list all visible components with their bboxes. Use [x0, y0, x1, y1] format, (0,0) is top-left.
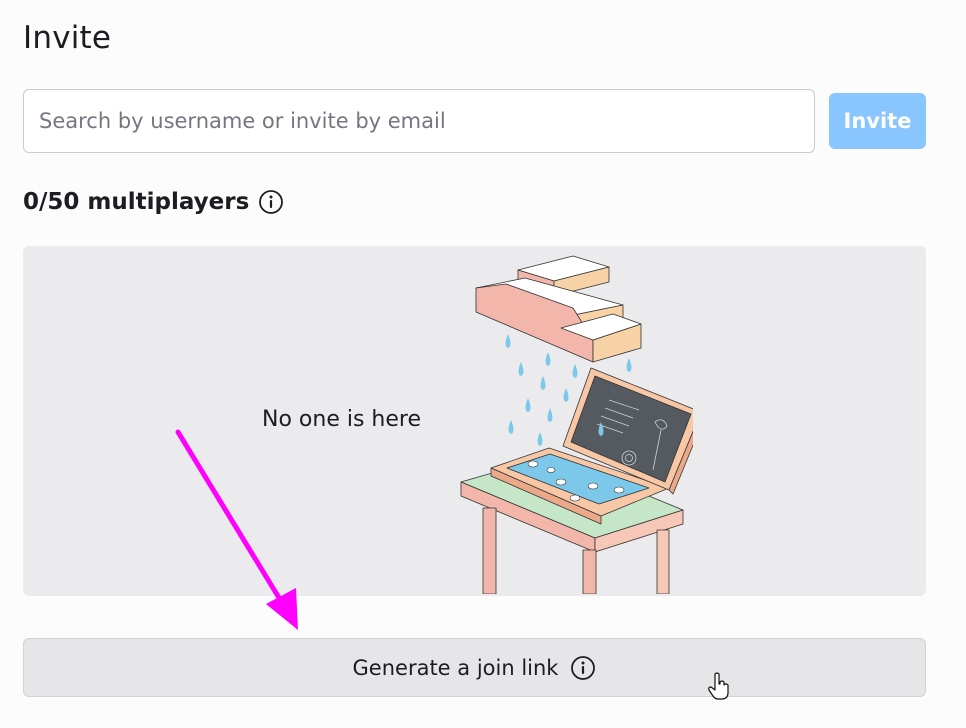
- multiplayer-count: 0/50 multiplayers: [23, 189, 250, 215]
- info-icon[interactable]: [570, 655, 596, 681]
- multiplayer-count-row: 0/50 multiplayers: [23, 186, 284, 218]
- hand-cursor-icon: [708, 672, 729, 700]
- empty-state-panel: No one is here: [23, 246, 926, 596]
- rain-cloud-over-laptop-illustration: [460, 255, 693, 594]
- empty-state-message: No one is here: [262, 407, 421, 432]
- generate-join-link-button[interactable]: Generate a join link: [23, 638, 926, 697]
- invite-button[interactable]: Invite: [829, 93, 926, 149]
- join-link-label: Generate a join link: [352, 655, 559, 680]
- search-input[interactable]: [23, 89, 815, 153]
- invite-page: Invite Invite 0/50 multiplayers No one i…: [0, 0, 966, 728]
- page-title: Invite: [23, 20, 112, 56]
- info-icon[interactable]: [258, 189, 284, 215]
